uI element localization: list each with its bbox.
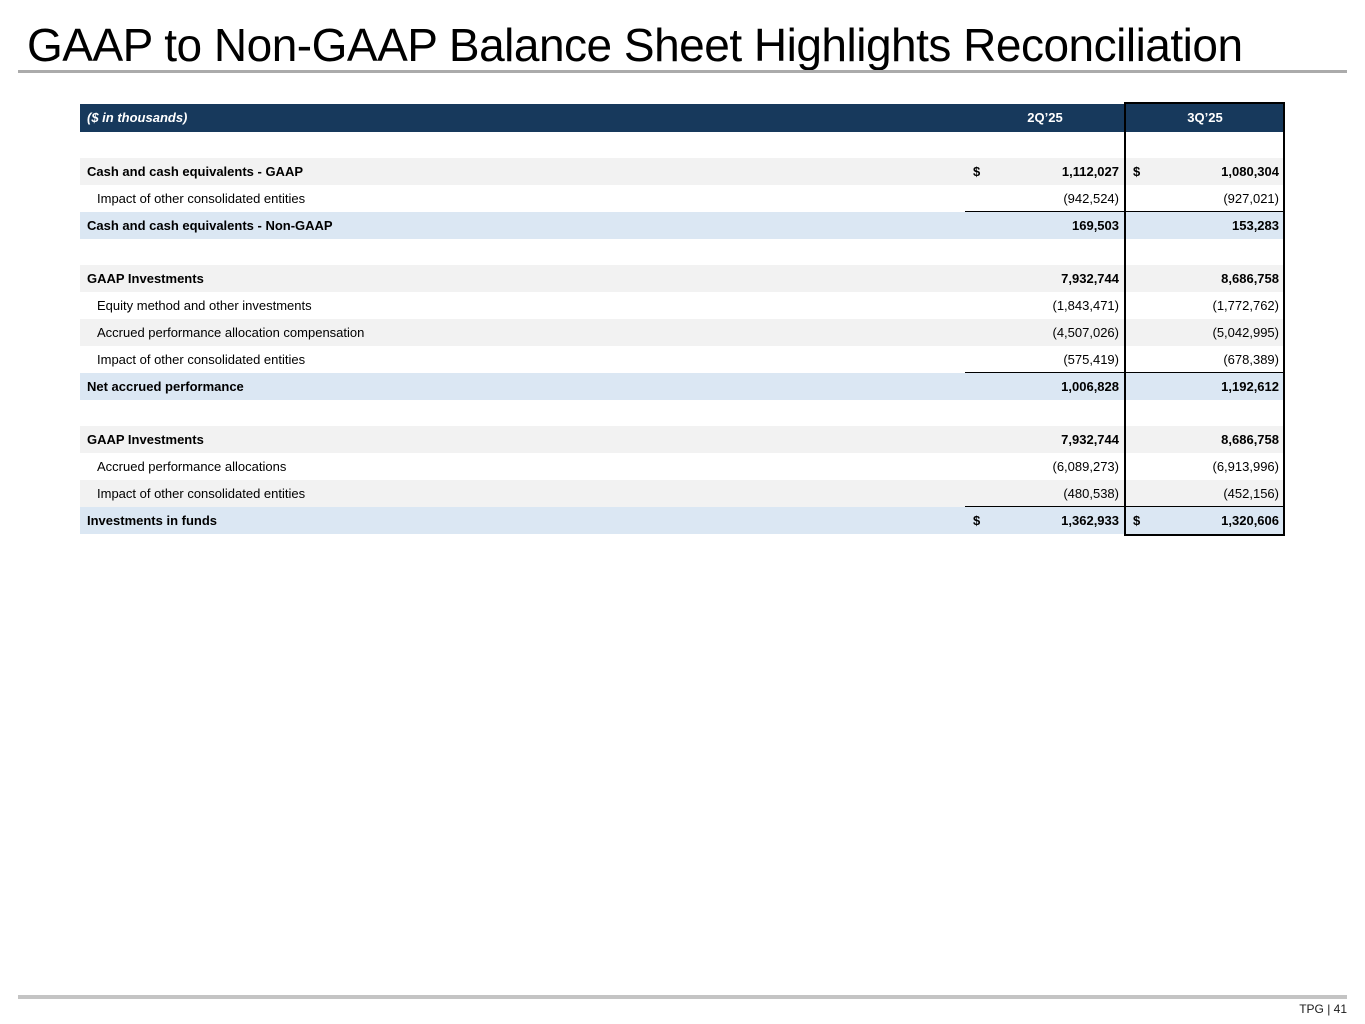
q2-value: (480,538) [1063, 480, 1119, 506]
q2-value: (4,507,026) [1053, 319, 1120, 346]
q2-cell: (6,089,273) [965, 453, 1125, 480]
q2-value: (942,524) [1063, 185, 1119, 211]
table-row: Cash and cash equivalents - GAAP $ 1,112… [80, 158, 1285, 185]
q3-value: 8,686,758 [1221, 426, 1279, 453]
row-label: Impact of other consolidated entities [80, 346, 965, 373]
q3-value: (5,042,995) [1213, 319, 1280, 346]
spacer-row [80, 400, 1285, 426]
q2-value: 1,006,828 [1061, 373, 1119, 400]
row-label: Impact of other consolidated entities [80, 480, 965, 507]
unit-label: ($ in thousands) [80, 104, 965, 132]
table-header-row: ($ in thousands) 2Q’25 3Q’25 [80, 104, 1285, 132]
q2-value: 169,503 [1072, 212, 1119, 239]
q3-cell: (6,913,996) [1125, 453, 1285, 480]
dollar-sign: $ [973, 158, 980, 185]
q2-cell: (1,843,471) [965, 292, 1125, 319]
q2-cell: (480,538) [965, 480, 1125, 507]
table-row: Impact of other consolidated entities (9… [80, 185, 1285, 212]
q2-value: 1,112,027 [1062, 158, 1119, 185]
q3-cell: $ 1,080,304 [1125, 158, 1285, 185]
q3-value: 1,080,304 [1221, 158, 1279, 185]
q2-cell: $ 1,112,027 [965, 158, 1125, 185]
q3-cell: 153,283 [1125, 212, 1285, 239]
q3-cell: (678,389) [1125, 346, 1285, 373]
row-label: Net accrued performance [80, 373, 965, 400]
q3-value: (1,772,762) [1213, 292, 1280, 319]
row-label: Accrued performance allocation compensat… [80, 319, 965, 346]
reconciliation-table: ($ in thousands) 2Q’25 3Q’25 Cash and ca… [80, 104, 1285, 534]
table-row: Impact of other consolidated entities (4… [80, 480, 1285, 507]
q3-cell: (927,021) [1125, 185, 1285, 212]
page-title: GAAP to Non-GAAP Balance Sheet Highlight… [27, 18, 1243, 72]
q2-cell: (942,524) [965, 185, 1125, 212]
q3-value: (678,389) [1223, 346, 1279, 372]
table-row: GAAP Investments 7,932,744 8,686,758 [80, 426, 1285, 453]
q3-cell: (452,156) [1125, 480, 1285, 507]
q3-value: (927,021) [1223, 185, 1279, 211]
row-label: Equity method and other investments [80, 292, 965, 319]
spacer-row [80, 239, 1285, 265]
q2-cell: 7,932,744 [965, 426, 1125, 453]
table-row: Impact of other consolidated entities (5… [80, 346, 1285, 373]
dollar-sign: $ [1133, 507, 1140, 534]
q2-value: 7,932,744 [1061, 426, 1119, 453]
col-header-2q25: 2Q’25 [965, 104, 1125, 132]
q3-value: (452,156) [1223, 480, 1279, 506]
row-label: GAAP Investments [80, 426, 965, 453]
slide: GAAP to Non-GAAP Balance Sheet Highlight… [0, 0, 1365, 1024]
q2-value: (6,089,273) [1053, 453, 1120, 480]
table-row: Cash and cash equivalents - Non-GAAP 169… [80, 212, 1285, 239]
title-divider [18, 70, 1347, 73]
table-row: Investments in funds $ 1,362,933 $ 1,320… [80, 507, 1285, 534]
col-header-3q25: 3Q’25 [1125, 104, 1285, 132]
q2-value: (575,419) [1063, 346, 1119, 372]
q3-value: 153,283 [1232, 212, 1279, 239]
row-label: GAAP Investments [80, 265, 965, 292]
q2-cell: 7,932,744 [965, 265, 1125, 292]
q2-value: 7,932,744 [1061, 265, 1119, 292]
row-label: Accrued performance allocations [80, 453, 965, 480]
q3-cell: 8,686,758 [1125, 265, 1285, 292]
q3-cell: $ 1,320,606 [1125, 507, 1285, 534]
q2-cell: (4,507,026) [965, 319, 1125, 346]
q2-value: 1,362,933 [1061, 507, 1119, 534]
q2-cell: 1,006,828 [965, 373, 1125, 400]
q3-cell: (1,772,762) [1125, 292, 1285, 319]
q3-value: 8,686,758 [1221, 265, 1279, 292]
q3-value: 1,320,606 [1221, 507, 1279, 534]
page-number: TPG | 41 [1299, 1002, 1347, 1016]
row-label: Cash and cash equivalents - Non-GAAP [80, 212, 965, 239]
table-row: Accrued performance allocation compensat… [80, 319, 1285, 346]
spacer-row [80, 132, 1285, 158]
table-row: Net accrued performance 1,006,828 1,192,… [80, 373, 1285, 400]
q2-cell: $ 1,362,933 [965, 507, 1125, 534]
footer-divider [18, 995, 1347, 999]
q2-value: (1,843,471) [1053, 292, 1120, 319]
q3-cell: (5,042,995) [1125, 319, 1285, 346]
dollar-sign: $ [973, 507, 980, 534]
dollar-sign: $ [1133, 158, 1140, 185]
q3-value: 1,192,612 [1221, 373, 1279, 400]
q3-value: (6,913,996) [1213, 453, 1280, 480]
table-row: Accrued performance allocations (6,089,2… [80, 453, 1285, 480]
q3-cell: 1,192,612 [1125, 373, 1285, 400]
row-label: Investments in funds [80, 507, 965, 534]
table-row: GAAP Investments 7,932,744 8,686,758 [80, 265, 1285, 292]
q2-cell: (575,419) [965, 346, 1125, 373]
row-label: Cash and cash equivalents - GAAP [80, 158, 965, 185]
table-row: Equity method and other investments (1,8… [80, 292, 1285, 319]
q2-cell: 169,503 [965, 212, 1125, 239]
row-label: Impact of other consolidated entities [80, 185, 965, 212]
q3-cell: 8,686,758 [1125, 426, 1285, 453]
